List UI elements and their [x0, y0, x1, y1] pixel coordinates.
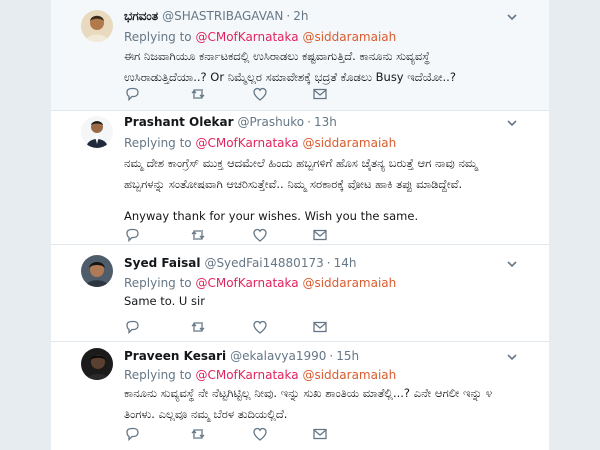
display-name[interactable]: ಭಗವಂತ: [124, 9, 158, 23]
avatar[interactable]: [81, 255, 113, 287]
replying-to: Replying to @CMofKarnataka @siddaramaiah: [124, 368, 396, 382]
mention-link[interactable]: @siddaramaiah: [302, 30, 396, 44]
user-handle[interactable]: @SHASTRIBAGAVAN: [162, 9, 283, 23]
mention-link[interactable]: @CMofKarnataka: [195, 30, 298, 44]
replying-prefix: Replying to: [124, 136, 192, 150]
tweet-text-line: Same to. U sir: [124, 294, 205, 308]
mention-link[interactable]: @CMofKarnataka: [195, 276, 298, 290]
mention-link[interactable]: @CMofKarnataka: [195, 368, 298, 382]
mention-link[interactable]: @siddaramaiah: [302, 276, 396, 290]
tweet-actions: [124, 227, 384, 243]
like-icon[interactable]: [252, 227, 268, 243]
reply-icon[interactable]: [124, 319, 140, 335]
replying-to: Replying to @CMofKarnataka @siddaramaiah: [124, 136, 396, 150]
message-icon[interactable]: [312, 227, 328, 243]
display-name[interactable]: Praveen Kesari: [124, 349, 226, 363]
tweet-text-line: Anyway thank for your wishes. Wish you t…: [124, 209, 419, 223]
timestamp[interactable]: 2h: [293, 9, 308, 23]
mention-link[interactable]: @CMofKarnataka: [195, 136, 298, 150]
display-name[interactable]: Syed Faisal: [124, 256, 200, 270]
avatar[interactable]: [81, 116, 113, 148]
tweet-text-line: ಈಗ ನಿಜವಾಗಿಯೂ ಕರ್ನಾಟಕದಲ್ಲಿ ಉಸಿರಾಡಲು ಕಷ್ಟವ…: [124, 49, 430, 63]
tweet-header: Praveen Kesari @ekalavya1990 · 15h: [124, 349, 359, 363]
reply-icon[interactable]: [124, 86, 140, 102]
chevron-down-icon[interactable]: [505, 350, 519, 364]
tweet-header: Syed Faisal @SyedFai14880173 · 14h: [124, 256, 356, 270]
tweet-text: Same to. U sir: [124, 291, 524, 312]
separator-dot: ·: [326, 256, 331, 270]
tweet-actions: [124, 426, 384, 442]
replying-to: Replying to @CMofKarnataka @siddaramaiah: [124, 30, 396, 44]
tweet-header: ಭಗವಂತ @SHASTRIBAGAVAN · 2h: [124, 9, 308, 24]
separator-dot: ·: [307, 115, 311, 129]
reply-icon[interactable]: [124, 227, 140, 243]
retweet-icon[interactable]: [190, 319, 206, 335]
tweet[interactable]: Syed Faisal @SyedFai14880173 · 14h Replying…: [51, 245, 549, 341]
chevron-down-icon[interactable]: [505, 116, 519, 130]
user-handle[interactable]: @SyedFai14880173: [204, 256, 323, 270]
tweet-text-line: ತಿಂಗಳು. ಎಲ್ಲವೂ ನಮ್ಮ ಬೆರಳ ತುದಿಯಲ್ಲಿದೆ.: [124, 407, 288, 421]
retweet-icon[interactable]: [190, 227, 206, 243]
message-icon[interactable]: [312, 319, 328, 335]
tweet[interactable]: ಭಗವಂತ @SHASTRIBAGAVAN · 2h Replying to @CMo…: [51, 0, 549, 110]
tweet-text: ಈಗ ನಿಜವಾಗಿಯೂ ಕರ್ನಾಟಕದಲ್ಲಿ ಉಸಿರಾಡಲು ಕಷ್ಟವ…: [124, 46, 524, 88]
tweet-text-line: ಉಸಿರಾಡುತ್ತಿದೆಯಾ..? Or ನಿಮ್ಮೆಲ್ಲರ ಸಮಾವೇಶಕ…: [124, 70, 456, 84]
replying-prefix: Replying to: [124, 30, 192, 44]
avatar[interactable]: [81, 10, 113, 42]
user-handle[interactable]: @ekalavya1990: [230, 349, 326, 363]
like-icon[interactable]: [252, 426, 268, 442]
display-name[interactable]: Prashant Olekar: [124, 115, 234, 129]
separator-dot: ·: [329, 349, 334, 363]
message-icon[interactable]: [312, 426, 328, 442]
tweet[interactable]: Praveen Kesari @ekalavya1990 · 15h Replying…: [51, 342, 549, 450]
tweet[interactable]: Prashant Olekar @Prashuko · 13h Replying to…: [51, 111, 549, 244]
user-handle[interactable]: @Prashuko: [238, 115, 305, 129]
retweet-icon[interactable]: [190, 86, 206, 102]
like-icon[interactable]: [252, 319, 268, 335]
mention-link[interactable]: @siddaramaiah: [302, 136, 396, 150]
tweet-text-line: ನಮ್ಮ ದೇಶ ಕಾಂಗ್ರೆಸ್ ಮುಕ್ತ ಆದಮೇಲೆ ಹಿಂದು ಹಬ…: [124, 156, 478, 170]
timestamp[interactable]: 15h: [336, 349, 359, 363]
tweet-text-line: ಕಾನೂನು ಸುವ್ಯವಸ್ಥೆ ನೇ ನೆಟ್ಟಗಿಟ್ಟಿಲ್ಲ ನೀವು…: [124, 386, 493, 400]
replying-prefix: Replying to: [124, 276, 192, 290]
tweet-header: Prashant Olekar @Prashuko · 13h: [124, 115, 337, 129]
timestamp[interactable]: 14h: [334, 256, 357, 270]
tweet-text: ಕಾನೂನು ಸುವ್ಯವಸ್ಥೆ ನೇ ನೆಟ್ಟಗಿಟ್ಟಿಲ್ಲ ನೀವು…: [124, 383, 524, 425]
tweet-text-line: ಹಬ್ಬಗಳನ್ನು ಸಂತೋಷವಾಗಿ ಆಚರಿಸುತ್ತೇವೆ.. ನಿಮ್…: [124, 177, 463, 191]
retweet-icon[interactable]: [190, 426, 206, 442]
avatar[interactable]: [81, 348, 113, 380]
message-icon[interactable]: [312, 86, 328, 102]
like-icon[interactable]: [252, 86, 268, 102]
chevron-down-icon[interactable]: [505, 10, 519, 24]
tweet-text: ನಮ್ಮ ದೇಶ ಕಾಂಗ್ರೆಸ್ ಮುಕ್ತ ಆದಮೇಲೆ ಹಿಂದು ಹಬ…: [124, 153, 524, 227]
replying-to: Replying to @CMofKarnataka @siddaramaiah: [124, 276, 396, 290]
chevron-down-icon[interactable]: [505, 257, 519, 271]
tweet-actions: [124, 319, 384, 335]
reply-timeline: ಭಗವಂತ @SHASTRIBAGAVAN · 2h Replying to @CMo…: [51, 0, 549, 450]
tweet-actions: [124, 86, 384, 102]
replying-prefix: Replying to: [124, 368, 192, 382]
separator-dot: ·: [286, 9, 291, 23]
mention-link[interactable]: @siddaramaiah: [302, 368, 396, 382]
timestamp[interactable]: 13h: [314, 115, 337, 129]
reply-icon[interactable]: [124, 426, 140, 442]
